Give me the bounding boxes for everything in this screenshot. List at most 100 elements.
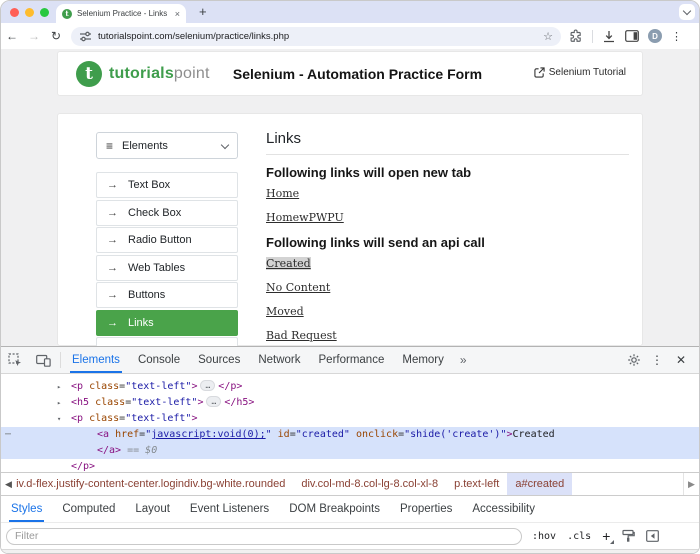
sidebar-item-web-tables[interactable]: → Web Tables [96, 255, 238, 281]
link-created[interactable]: Created [266, 257, 311, 270]
downloads-icon[interactable] [602, 30, 616, 43]
dom-node-p-close-clipped[interactable]: </p> [1, 459, 699, 472]
arrow-right-icon: → [107, 317, 118, 329]
brand-primary: tutorials [109, 65, 174, 82]
breadcrumb-item-a-created[interactable]: a#created [507, 473, 572, 495]
devtools-menu-icon[interactable]: ⋮ [648, 353, 666, 367]
dom-node-p-expanded[interactable]: ▾ <p class="text-left"> [1, 411, 699, 427]
sidebar-item-buttons[interactable]: → Buttons [96, 282, 238, 308]
devtools-tab-performance[interactable]: Performance [310, 347, 394, 373]
toggle-element-state-button[interactable]: :hov [532, 531, 556, 542]
breadcrumb-item-p-text-left[interactable]: p.text-left [446, 473, 507, 495]
dom-node-selected-anchor[interactable]: ⋯ <a href="javascript:void(0);" id="crea… [1, 427, 699, 459]
chevron-down-icon [221, 140, 229, 148]
elements-dropdown[interactable]: ≡ Elements [96, 132, 238, 159]
tab-accessibility[interactable]: Accessibility [462, 496, 545, 522]
devtools-tab-sources[interactable]: Sources [189, 347, 249, 373]
breadcrumb-item-col-md-8[interactable]: div.col-md-8.col-lg-8.col-xl-8 [293, 473, 446, 495]
arrow-right-icon: → [107, 234, 118, 246]
expand-icon[interactable]: ▸ [57, 395, 61, 411]
styles-sidebar-tabs: Styles Computed Layout Event Listeners D… [1, 495, 699, 522]
more-tabs-icon[interactable]: » [453, 353, 474, 367]
extensions-icon[interactable] [569, 29, 583, 43]
bookmark-star-icon[interactable]: ☆ [543, 30, 553, 43]
breadcrumb: div.d-flex.justify-content-center.logind… [16, 473, 683, 495]
devtools-panel: Elements Console Sources Network Perform… [1, 346, 699, 554]
brand-wordmark[interactable]: tutorialspoint [109, 65, 210, 83]
minimize-window-button[interactable] [25, 8, 34, 17]
forward-button[interactable]: → [23, 29, 45, 43]
tutorialspoint-logo-icon[interactable]: t [76, 61, 102, 87]
tab-dom-breakpoints[interactable]: DOM Breakpoints [279, 496, 390, 522]
tab-styles[interactable]: Styles [1, 496, 52, 522]
browser-menu-icon[interactable]: ⋮ [671, 30, 682, 43]
styles-toolbar-actions: :hov .cls + [532, 529, 659, 543]
tab-computed[interactable]: Computed [52, 496, 125, 522]
content-title: Links [266, 130, 629, 147]
tab-layout[interactable]: Layout [125, 496, 180, 522]
tab-strip: t Selenium Practice - Links × + [1, 1, 699, 23]
dom-node-p-collapsed[interactable]: ▸ <p class="text-left">…</p> [1, 379, 699, 395]
breadcrumb-scroll-left-icon[interactable]: ◀ [1, 473, 16, 495]
inspect-element-icon[interactable] [1, 353, 29, 367]
breadcrumb-scroll-right-icon[interactable]: ▶ [683, 473, 699, 495]
devtools-tab-memory[interactable]: Memory [393, 347, 453, 373]
back-button[interactable]: ← [1, 29, 23, 43]
more-actions-icon[interactable]: ⋯ [5, 427, 11, 443]
toolbar-divider [60, 352, 61, 368]
devtools-tab-elements[interactable]: Elements [63, 347, 129, 373]
devtools-close-icon[interactable]: ✕ [673, 353, 689, 367]
sidebar-item-check-box[interactable]: → Check Box [96, 200, 238, 226]
expand-icon[interactable]: ▸ [57, 379, 61, 395]
fullscreen-window-button[interactable] [40, 8, 49, 17]
styles-filter-bar: :hov .cls + [1, 522, 699, 549]
link-homewpwpu[interactable]: HomewPWPU [266, 211, 344, 224]
browser-tab[interactable]: t Selenium Practice - Links × [56, 4, 186, 23]
chevron-down-icon [683, 7, 691, 15]
link-no-content[interactable]: No Content [266, 281, 330, 294]
page-viewport: t tutorialspoint Selenium - Automation P… [1, 49, 699, 346]
rendering-emulation-icon[interactable] [621, 529, 635, 543]
breadcrumb-item-logindiv[interactable]: div.d-flex.justify-content-center.logind… [16, 473, 293, 495]
link-home[interactable]: Home [266, 187, 299, 200]
new-tab-button[interactable]: + [199, 3, 207, 21]
new-style-rule-icon[interactable]: + [602, 529, 610, 543]
tab-close-icon[interactable]: × [175, 9, 180, 19]
styles-filter-input[interactable] [6, 528, 522, 545]
collapse-icon[interactable]: ▾ [57, 411, 61, 427]
toolbar-actions: D ⋮ [569, 29, 682, 43]
sidebar-item-text-box[interactable]: → Text Box [96, 172, 238, 198]
tab-properties[interactable]: Properties [390, 496, 462, 522]
side-panel-icon[interactable] [625, 30, 639, 42]
toolbar-divider [592, 30, 593, 43]
selenium-tutorial-link[interactable]: Selenium Tutorial [534, 67, 626, 78]
hamburger-icon: ≡ [106, 139, 113, 153]
close-window-button[interactable] [10, 8, 19, 17]
tab-search-button[interactable] [679, 4, 695, 20]
devtools-tab-network[interactable]: Network [249, 347, 309, 373]
sidebar-item-links[interactable]: → Links [96, 310, 238, 336]
selenium-tutorial-label: Selenium Tutorial [549, 67, 626, 78]
sidebar-item-radio-button[interactable]: → Radio Button [96, 227, 238, 253]
sidebar-item-label: Check Box [128, 207, 181, 219]
dom-node-h5-collapsed[interactable]: ▸ <h5 class="text-left">…</h5> [1, 395, 699, 411]
device-toolbar-icon[interactable] [29, 354, 58, 367]
elements-dropdown-label: Elements [122, 140, 222, 152]
link-moved[interactable]: Moved [266, 305, 304, 318]
devtools-tab-console[interactable]: Console [129, 347, 189, 373]
link-bad-request[interactable]: Bad Request [266, 329, 337, 342]
address-bar[interactable]: tutorialspoint.com/selenium/practice/lin… [71, 27, 561, 46]
devtools-toolbar-right: ⋮ ✕ [627, 353, 689, 367]
devtools-bottom-edge [1, 549, 699, 554]
url-text[interactable]: tutorialspoint.com/selenium/practice/lin… [98, 31, 543, 42]
settings-gear-icon[interactable] [627, 353, 641, 367]
sidebar-item-clipped[interactable] [96, 337, 238, 346]
browser-window: t Selenium Practice - Links × + ← → ↻ tu… [0, 0, 700, 554]
tab-event-listeners[interactable]: Event Listeners [180, 496, 279, 522]
elements-tree[interactable]: ▸ <p class="text-left">…</p> ▸ <h5 class… [1, 374, 699, 472]
reload-button[interactable]: ↻ [45, 29, 67, 43]
profile-avatar[interactable]: D [648, 29, 662, 43]
site-settings-icon[interactable] [79, 30, 92, 43]
computed-sidebar-toggle-icon[interactable] [646, 530, 659, 542]
element-classes-button[interactable]: .cls [567, 531, 591, 542]
